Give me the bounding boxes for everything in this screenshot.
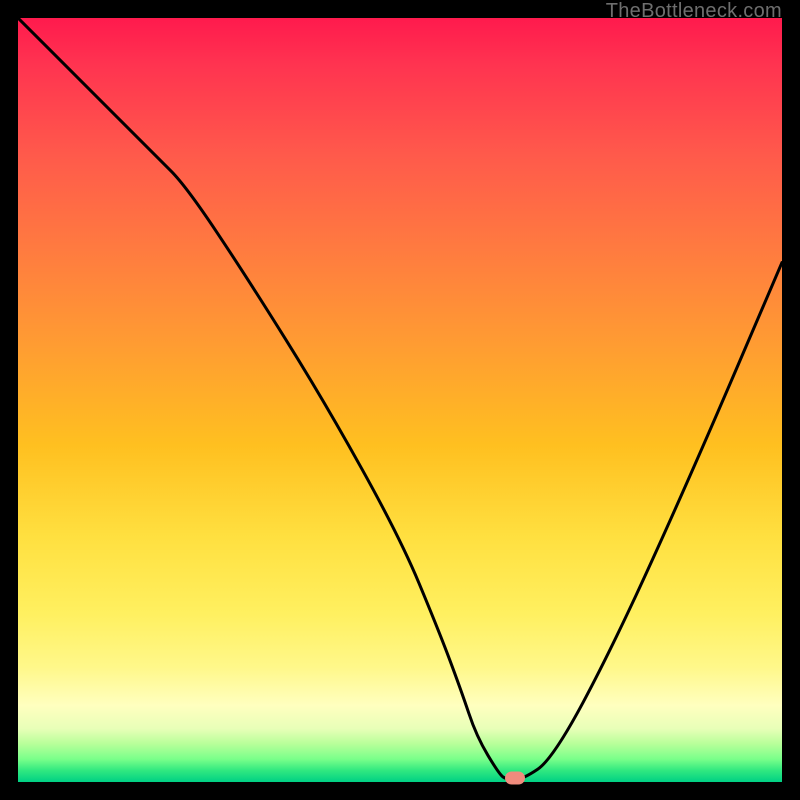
optimal-marker — [505, 772, 525, 785]
watermark: TheBottleneck.com — [606, 0, 782, 23]
plot-area — [18, 18, 782, 782]
bottleneck-curve — [18, 18, 782, 782]
